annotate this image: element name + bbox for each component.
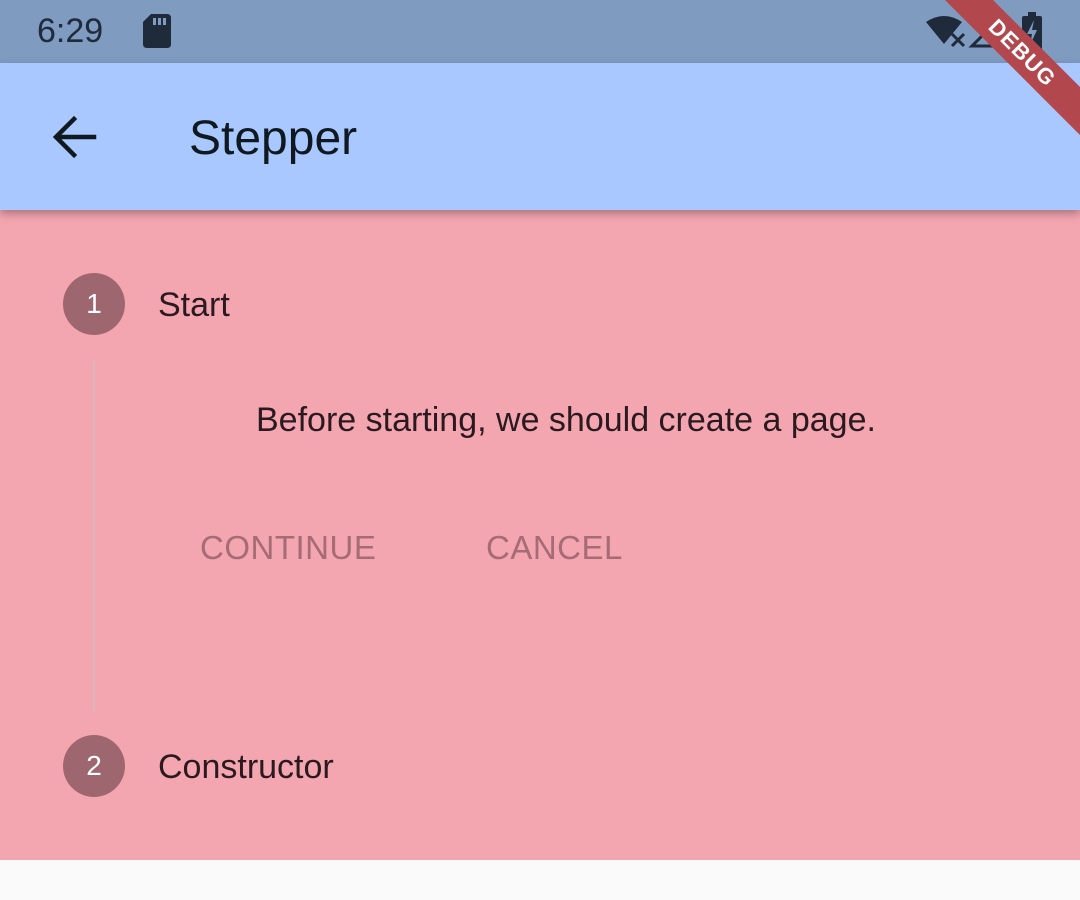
step-1-number: 1: [86, 288, 102, 319]
step-1-circle[interactable]: 1: [63, 273, 125, 335]
step-content-text: Before starting, we should create a page…: [256, 401, 876, 439]
step-2-title[interactable]: Constructor: [158, 747, 334, 787]
back-button[interactable]: [36, 99, 112, 175]
status-bar: 6:29: [0, 0, 1080, 63]
page-title: Stepper: [189, 112, 358, 165]
cancel-button[interactable]: CANCEL: [486, 528, 623, 568]
step-1-title[interactable]: Start: [158, 285, 230, 325]
arrow-left-icon: [52, 115, 97, 159]
battery-charging-icon: [1022, 12, 1042, 50]
signal-icon: [968, 14, 1004, 48]
continue-button[interactable]: CONTINUE: [200, 528, 376, 568]
step-2-number: 2: [86, 750, 102, 781]
status-time: 6:29: [37, 12, 104, 50]
wifi-off-icon: [926, 16, 966, 48]
step-connector: [93, 360, 95, 712]
stepper: 1 Start Before starting, we should creat…: [0, 210, 1080, 860]
step-2-circle[interactable]: 2: [63, 735, 125, 797]
app-bar: Stepper: [0, 63, 1080, 210]
sd-card-icon: [143, 14, 171, 48]
